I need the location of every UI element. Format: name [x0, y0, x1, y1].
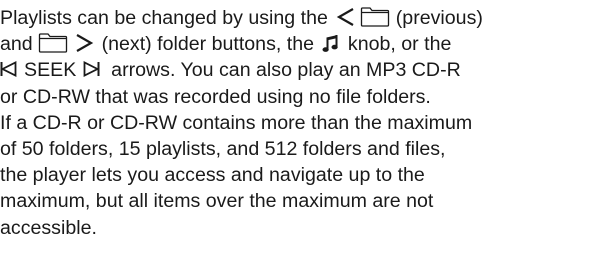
manual-paragraph: Playlists can be changed by using the (p… [0, 0, 609, 241]
line1-text-before: Playlists can be changed by using the [0, 7, 328, 29]
chevron-right-icon [74, 33, 94, 53]
text-line-9: accessible. [0, 216, 97, 239]
text-line-8: maximum, but all items over the maximum … [0, 190, 434, 213]
seek-label: SEEK [24, 59, 77, 82]
folder-icon [360, 7, 390, 27]
text-line-2: and (next) folder buttons, the knob, or … [0, 31, 609, 57]
text-line-5: If a CD-R or CD-RW contains more than th… [0, 111, 473, 134]
text-line-4: or CD-RW that was recorded using no file… [0, 85, 431, 108]
line2-text-mid: (next) folder buttons, the [101, 33, 314, 56]
chevron-left-icon [336, 7, 356, 27]
text-line-1: Playlists can be changed by using the (p… [0, 5, 609, 31]
line1-text-after: (previous) [395, 7, 483, 29]
music-note-icon [322, 34, 339, 53]
text-line-6: of 50 folders, 15 playlists, and 512 fol… [0, 137, 446, 160]
line2-text-after: knob, or the [347, 33, 452, 56]
folder-icon [38, 33, 68, 53]
line3-text-after: arrows. You can also play an MP3 CD-R [111, 59, 461, 82]
seek-forward-icon [83, 61, 100, 78]
seek-back-icon [0, 61, 17, 78]
line2-text-before: and [0, 33, 33, 56]
text-line-3: SEEK arrows. You can also play an MP3 CD… [0, 57, 609, 83]
text-line-7: the player lets you access and navigate … [0, 164, 425, 187]
